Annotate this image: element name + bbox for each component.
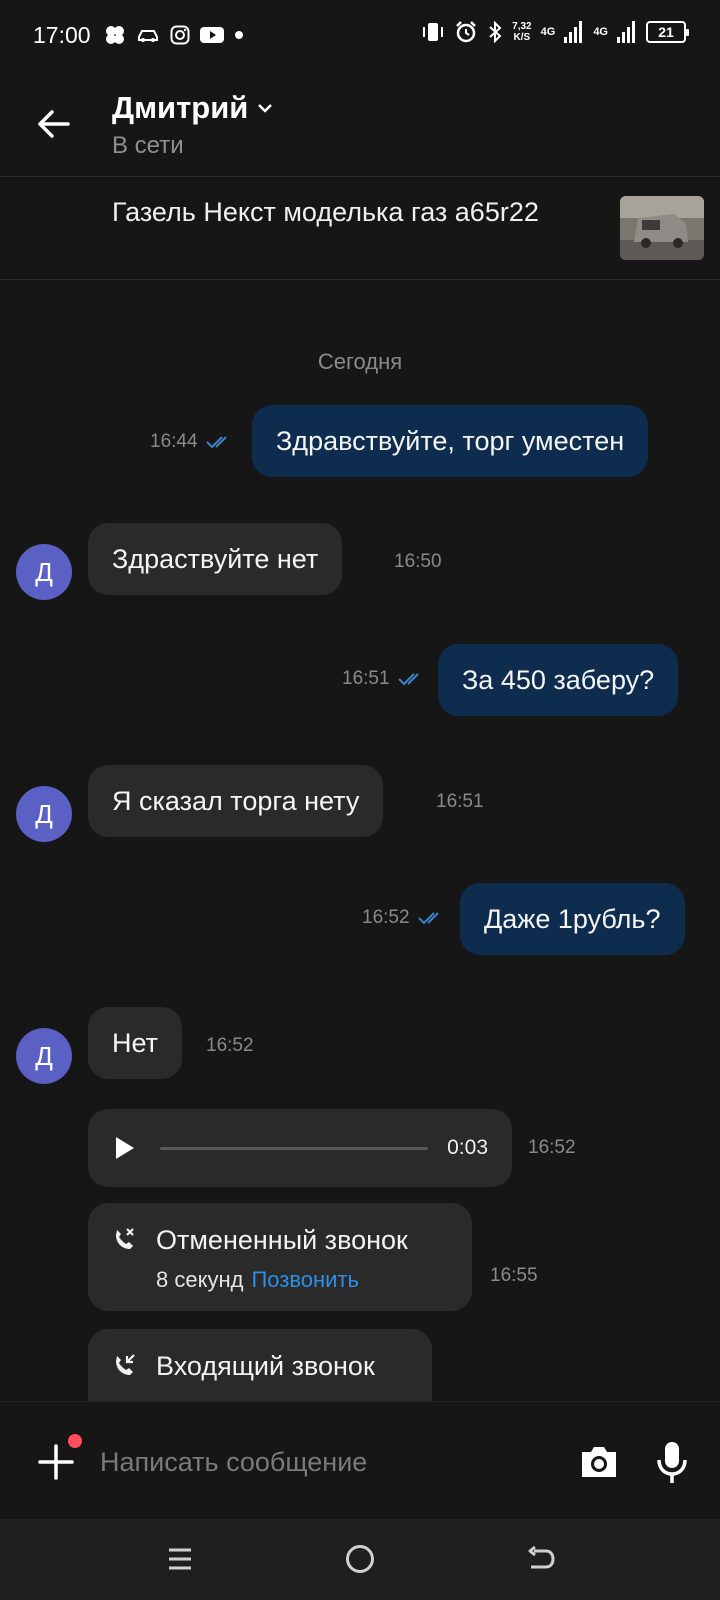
call-title: Отмененный звонок bbox=[156, 1225, 408, 1255]
system-icons: 7,32 K/S 4G 4G 21 bbox=[421, 20, 689, 44]
call-title: Входящий звонок bbox=[156, 1351, 375, 1381]
contact-name-button[interactable]: Дмитрий bbox=[112, 90, 274, 126]
call-event-cancelled: Отмененный звонок 8 секунд Позвонить bbox=[88, 1203, 472, 1311]
read-ticks-icon bbox=[205, 436, 227, 449]
signal-icon bbox=[564, 21, 583, 43]
back-arrow-icon[interactable] bbox=[32, 102, 76, 146]
network-speed: 7,32 K/S bbox=[512, 21, 532, 43]
vibrate-icon bbox=[423, 23, 444, 41]
message-time: 16:51 bbox=[342, 668, 424, 690]
message-time: 16:50 bbox=[394, 551, 442, 572]
camera-icon[interactable] bbox=[578, 1442, 620, 1482]
message-composer bbox=[0, 1401, 720, 1519]
bluetooth-icon bbox=[489, 20, 502, 44]
read-ticks-icon bbox=[417, 912, 439, 925]
contact-name: Дмитрий bbox=[112, 90, 249, 125]
message-bubble-incoming[interactable]: Здраствуйте нет bbox=[88, 523, 343, 595]
voice-duration: 0:03 bbox=[447, 1136, 488, 1159]
call-event-incoming: Входящий звонок bbox=[88, 1329, 432, 1401]
online-status: В сети bbox=[112, 132, 184, 159]
network-type-2: 4G bbox=[593, 26, 608, 38]
notification-icons bbox=[104, 24, 244, 46]
avatar[interactable]: Д bbox=[16, 786, 72, 842]
instagram-icon bbox=[170, 25, 190, 45]
call-duration: 8 секунд bbox=[156, 1267, 244, 1292]
battery-indicator: 21 bbox=[646, 21, 689, 43]
notification-dot bbox=[68, 1434, 82, 1448]
message-time: 16:55 bbox=[490, 1265, 538, 1286]
microphone-icon[interactable] bbox=[652, 1440, 692, 1486]
message-time: 16:52 bbox=[362, 907, 444, 929]
message-list[interactable]: Сегодня 16:44 Здравствуйте, торг уместен… bbox=[0, 281, 720, 1401]
incoming-call-icon bbox=[116, 1354, 135, 1375]
system-navigation-bar bbox=[0, 1519, 720, 1600]
avatar[interactable]: Д bbox=[16, 1028, 72, 1084]
call-subtitle: 8 секунд Позвонить bbox=[156, 1267, 359, 1293]
call-back-link[interactable]: Позвонить bbox=[251, 1267, 359, 1292]
play-icon[interactable] bbox=[116, 1137, 134, 1159]
chat-header: Дмитрий В сети bbox=[0, 72, 720, 176]
listing-thumbnail[interactable] bbox=[620, 196, 704, 260]
attach-plus-icon[interactable] bbox=[36, 1442, 76, 1482]
message-time: 16:52 bbox=[206, 1035, 254, 1056]
home-icon[interactable] bbox=[346, 1545, 374, 1573]
read-ticks-icon bbox=[397, 673, 419, 686]
status-time: 17:00 bbox=[33, 22, 91, 48]
nav-back-icon[interactable] bbox=[526, 1545, 556, 1573]
message-bubble-outgoing[interactable]: Даже 1рубль? bbox=[460, 883, 685, 955]
listing-title: Газель Некст моделька газ a65r22 bbox=[112, 197, 539, 227]
message-time: 16:51 bbox=[436, 791, 484, 812]
voice-progress-bar[interactable] bbox=[160, 1147, 428, 1150]
dot-icon bbox=[235, 31, 243, 39]
message-bubble-outgoing[interactable]: Здравствуйте, торг уместен bbox=[252, 405, 649, 477]
message-bubble-incoming[interactable]: Нет bbox=[88, 1007, 182, 1079]
recent-apps-icon[interactable] bbox=[166, 1545, 194, 1573]
date-separator: Сегодня bbox=[317, 349, 403, 374]
listing-banner[interactable]: Газель Некст моделька газ a65r22 bbox=[0, 176, 720, 280]
flower-icon bbox=[106, 26, 124, 44]
car-icon bbox=[138, 30, 158, 42]
chevron-down-icon bbox=[258, 104, 273, 113]
message-input[interactable] bbox=[100, 1440, 540, 1484]
message-bubble-outgoing[interactable]: За 450 заберу? bbox=[438, 644, 679, 716]
avatar[interactable]: Д bbox=[16, 544, 72, 600]
message-time: 16:52 bbox=[528, 1137, 576, 1158]
missed-call-icon bbox=[116, 1228, 134, 1249]
youtube-icon bbox=[200, 27, 224, 43]
alarm-icon bbox=[456, 21, 477, 43]
status-bar: 17:00 7,32 K/S 4G 4G 21 bbox=[0, 0, 720, 72]
message-time: 16:44 bbox=[150, 431, 232, 453]
network-type-1: 4G bbox=[540, 26, 556, 38]
signal-icon bbox=[617, 21, 635, 43]
message-bubble-incoming[interactable]: Я сказал торга нету bbox=[88, 765, 384, 837]
voice-message: 0:03 bbox=[88, 1109, 512, 1187]
